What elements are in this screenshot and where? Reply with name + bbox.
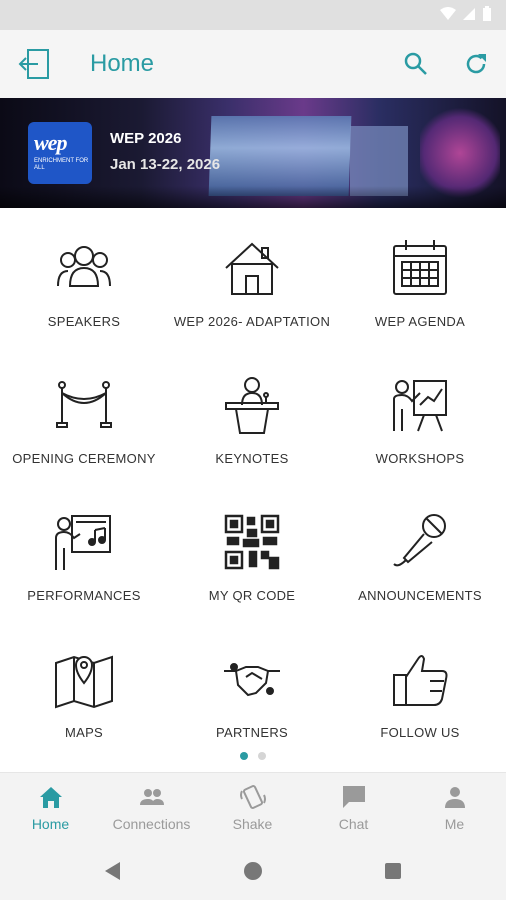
nav-me[interactable]: Me: [404, 773, 505, 843]
thumbs-up-icon: [393, 655, 448, 706]
music-board-icon: [55, 515, 111, 570]
handshake-icon: [224, 663, 280, 697]
nav-home[interactable]: Home: [0, 773, 101, 843]
page-dot[interactable]: [258, 752, 266, 760]
tile-opening-ceremony[interactable]: OPENING CEREMONY: [0, 357, 168, 487]
tile-agenda[interactable]: WEP AGENDA: [336, 220, 504, 350]
speakers-icon: [57, 246, 111, 287]
tile-my-qr-code[interactable]: MY QR CODE: [168, 494, 336, 624]
tile-partners[interactable]: PARTNERS: [168, 631, 336, 761]
tile-speakers[interactable]: SPEAKERS: [0, 220, 168, 350]
signal-icon: [463, 8, 475, 20]
people-icon: [140, 789, 164, 805]
tile-label: ANNOUNCEMENTS: [358, 588, 482, 603]
page-title: Home: [90, 50, 155, 77]
tile-label: OPENING CEREMONY: [12, 451, 156, 466]
event-logo: wep ENRICHMENT FOR ALL: [28, 122, 92, 184]
event-logo-text: wep: [34, 130, 67, 155]
tile-label: SPEAKERS: [47, 314, 121, 329]
logout-icon[interactable]: [18, 48, 52, 80]
page-indicator: [0, 752, 506, 764]
tile-label: MAPS: [64, 725, 104, 740]
nav-label: Chat: [338, 816, 369, 832]
back-icon[interactable]: [102, 860, 124, 882]
search-icon[interactable]: [402, 50, 430, 78]
podium-icon: [225, 377, 279, 434]
tile-follow-us[interactable]: FOLLOW US: [336, 631, 504, 761]
tile-label: FOLLOW US: [380, 725, 460, 740]
refresh-icon[interactable]: [462, 50, 490, 78]
wifi-icon: [440, 7, 456, 20]
status-icons: [440, 6, 492, 22]
feature-grid: SPEAKERS WEP 2026- ADAPTATION WEP AGENDA…: [0, 220, 506, 760]
shake-phone-icon: [240, 785, 266, 809]
recents-icon[interactable]: [382, 860, 404, 882]
map-icon: [55, 655, 113, 709]
tile-adaptation[interactable]: WEP 2026- ADAPTATION: [168, 220, 336, 350]
microphone-icon: [393, 514, 446, 567]
tile-workshops[interactable]: WORKSHOPS: [336, 357, 504, 487]
tile-label: WORKSHOPS: [375, 451, 465, 466]
app-bar: Home: [0, 30, 506, 98]
nav-label: Shake: [232, 816, 273, 832]
nav-connections[interactable]: Connections: [101, 773, 202, 843]
event-name: WEP 2026: [110, 130, 182, 147]
chat-icon: [343, 786, 365, 808]
tile-label: PERFORMANCES: [27, 588, 141, 603]
qr-code-icon: [224, 514, 280, 570]
nav-label: Me: [444, 816, 465, 832]
event-banner[interactable]: wep ENRICHMENT FOR ALL WEP 2026 Jan 13-2…: [0, 98, 506, 208]
status-bar: [0, 0, 506, 30]
event-logo-subtext: ENRICHMENT FOR ALL: [34, 158, 89, 171]
tile-maps[interactable]: MAPS: [0, 631, 168, 761]
banner-light: [420, 108, 500, 198]
tile-label: WEP AGENDA: [374, 314, 466, 329]
home-circle-icon[interactable]: [242, 860, 264, 882]
home-icon: [40, 787, 62, 808]
page-dot-active[interactable]: [240, 752, 248, 760]
tile-announcements[interactable]: ANNOUNCEMENTS: [336, 494, 504, 624]
tile-label: PARTNERS: [216, 725, 288, 740]
rope-barrier-icon: [56, 381, 112, 428]
bottom-nav: Home Connections Shake Chat Me: [0, 772, 506, 842]
calendar-icon: [393, 240, 447, 295]
presenter-board-icon: [393, 380, 447, 432]
battery-icon: [483, 6, 491, 21]
system-nav-bar: [0, 842, 506, 900]
tile-label: KEYNOTES: [215, 451, 289, 466]
person-icon: [445, 787, 465, 808]
nav-label: Home: [31, 816, 70, 832]
banner-stage-screen: [208, 116, 352, 196]
banner-stage-shadow: [0, 186, 506, 208]
tile-performances[interactable]: PERFORMANCES: [0, 494, 168, 624]
nav-label: Connections: [112, 816, 191, 832]
home-icon: [225, 242, 279, 295]
nav-chat[interactable]: Chat: [303, 773, 404, 843]
tile-keynotes[interactable]: KEYNOTES: [168, 357, 336, 487]
nav-shake[interactable]: Shake: [202, 773, 303, 843]
tile-label: MY QR CODE: [208, 588, 296, 603]
event-dates: Jan 13-22, 2026: [110, 156, 221, 173]
tile-label: WEP 2026- ADAPTATION: [173, 314, 331, 329]
